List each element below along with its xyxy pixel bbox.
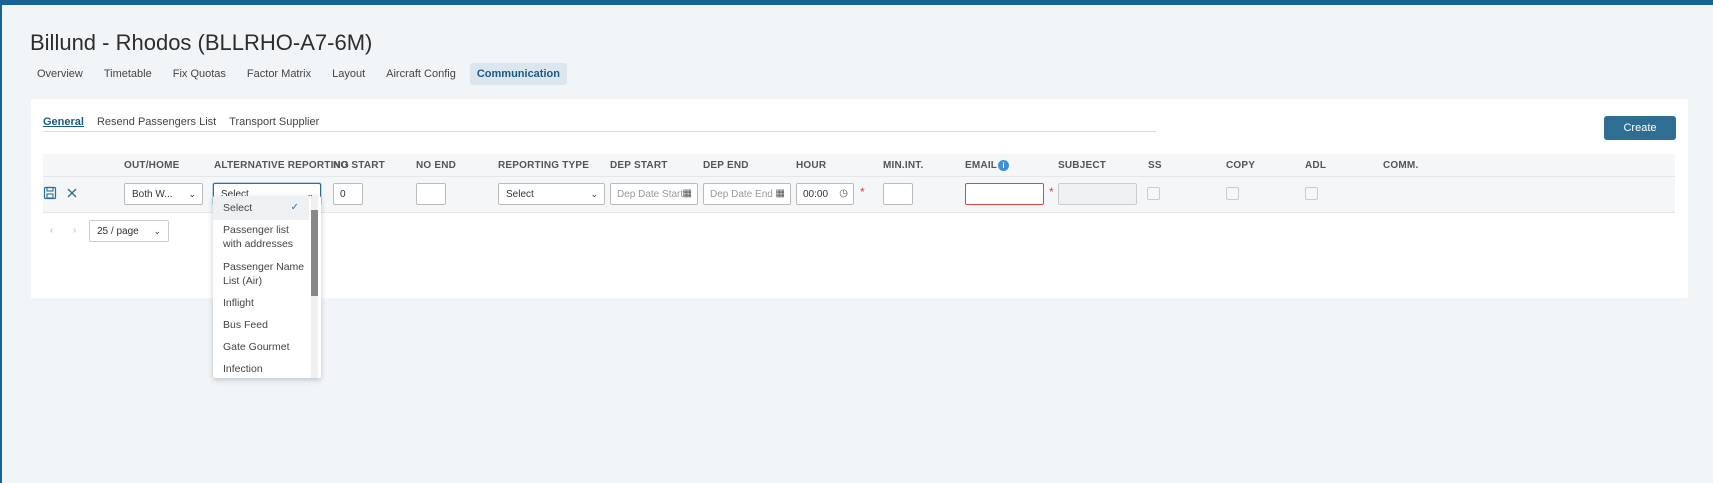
- chevron-down-icon: ⌄: [153, 226, 161, 236]
- col-ss: SS: [1148, 160, 1162, 171]
- copy-checkbox[interactable]: [1226, 187, 1239, 200]
- calendar-icon: ▦: [775, 188, 785, 199]
- required-marker: *: [1049, 185, 1054, 199]
- email-field[interactable]: [965, 183, 1044, 205]
- col-reporting-type: REPORTING TYPE: [498, 160, 590, 171]
- table-header: OUT/HOME ALTERNATIVE REPORTING NO START …: [43, 154, 1675, 177]
- check-icon: ✓: [290, 202, 299, 213]
- dropdown-option[interactable]: Gate Gourmet: [213, 340, 309, 354]
- create-button[interactable]: Create: [1604, 116, 1676, 140]
- prev-page-button[interactable]: ‹: [50, 225, 53, 236]
- chevron-down-icon: ⌄: [590, 189, 598, 199]
- tab-factor-matrix[interactable]: Factor Matrix: [240, 63, 318, 85]
- col-min-int: MIN.INT.: [883, 160, 924, 171]
- adl-checkbox[interactable]: [1305, 187, 1318, 200]
- no-end-input[interactable]: [416, 183, 446, 205]
- dep-start-input[interactable]: Dep Date Start ▦: [610, 183, 698, 205]
- chevron-down-icon: ⌄: [188, 189, 196, 199]
- required-marker: *: [860, 185, 865, 199]
- out-home-select[interactable]: Both W... ⌄: [124, 183, 203, 205]
- out-home-value: Both W...: [132, 189, 173, 200]
- reporting-type-select[interactable]: Select ⌄: [498, 183, 605, 205]
- col-dep-end: DEP END: [703, 160, 749, 171]
- dep-end-placeholder: Dep Date End: [710, 189, 773, 200]
- alternative-reporting-dropdown: Select ✓ Passenger list with addresses P…: [213, 196, 321, 378]
- dep-end-input[interactable]: Dep Date End ▦: [703, 183, 791, 205]
- col-comm: COMM.: [1383, 160, 1419, 171]
- next-page-button[interactable]: ›: [73, 225, 76, 236]
- dropdown-scrollbar[interactable]: [311, 210, 318, 296]
- tab-timetable[interactable]: Timetable: [97, 63, 159, 85]
- col-out-home: OUT/HOME: [124, 160, 180, 171]
- col-email: EMAIL i: [965, 160, 1010, 172]
- hour-value: 00:00: [803, 189, 829, 200]
- page-size-value: 25 / page: [97, 226, 139, 237]
- clock-icon: ◷: [839, 188, 848, 199]
- subtab-resend-passengers-list[interactable]: Resend Passengers List: [97, 116, 216, 131]
- dropdown-option-select[interactable]: Select ✓: [213, 196, 309, 220]
- col-email-label: EMAIL: [965, 160, 998, 172]
- tab-overview[interactable]: Overview: [30, 63, 90, 85]
- tab-communication[interactable]: Communication: [469, 63, 567, 85]
- col-no-start: NO START: [333, 160, 385, 171]
- subject-input: [1058, 183, 1137, 205]
- top-accent-bar: [2, 0, 1713, 5]
- dropdown-option[interactable]: Passenger Name List (Air): [213, 260, 309, 288]
- calendar-icon: ▦: [682, 188, 692, 199]
- subtab-general[interactable]: General: [43, 116, 84, 131]
- main-tabs: Overview Timetable Fix Quotas Factor Mat…: [30, 63, 574, 85]
- save-icon[interactable]: [43, 186, 57, 200]
- close-icon[interactable]: [65, 186, 79, 200]
- col-alternative-reporting: ALTERNATIVE REPORTING: [214, 160, 349, 171]
- page-title: Billund - Rhodos (BLLRHO-A7-6M): [30, 30, 373, 55]
- min-int-input[interactable]: [883, 183, 913, 205]
- col-adl: ADL: [1305, 160, 1327, 171]
- hour-input[interactable]: 00:00 ◷: [796, 183, 854, 205]
- col-no-end: NO END: [416, 160, 457, 171]
- dropdown-option[interactable]: Inflight: [213, 296, 309, 310]
- col-subject: SUBJECT: [1058, 160, 1107, 171]
- option-label: Select: [223, 202, 253, 214]
- col-hour: HOUR: [796, 160, 827, 171]
- tab-aircraft-config[interactable]: Aircraft Config: [379, 63, 463, 85]
- ss-checkbox[interactable]: [1147, 187, 1160, 200]
- reporting-type-value: Select: [506, 189, 534, 200]
- dropdown-option[interactable]: Bus Feed: [213, 318, 309, 332]
- no-start-input[interactable]: 0: [333, 183, 363, 205]
- dep-start-placeholder: Dep Date Start: [617, 189, 684, 200]
- dropdown-option[interactable]: Passenger list with addresses: [213, 223, 309, 251]
- sub-tabs: General Resend Passengers List Transport…: [43, 116, 1156, 132]
- dropdown-option[interactable]: Infection: [213, 362, 309, 376]
- info-icon[interactable]: i: [998, 160, 1010, 171]
- col-copy: COPY: [1226, 160, 1256, 171]
- page-size-select[interactable]: 25 / page ⌄: [89, 220, 169, 242]
- tab-fix-quotas[interactable]: Fix Quotas: [166, 63, 233, 85]
- subtab-transport-supplier[interactable]: Transport Supplier: [229, 116, 319, 131]
- col-dep-start: DEP START: [610, 160, 668, 171]
- tab-layout[interactable]: Layout: [325, 63, 372, 85]
